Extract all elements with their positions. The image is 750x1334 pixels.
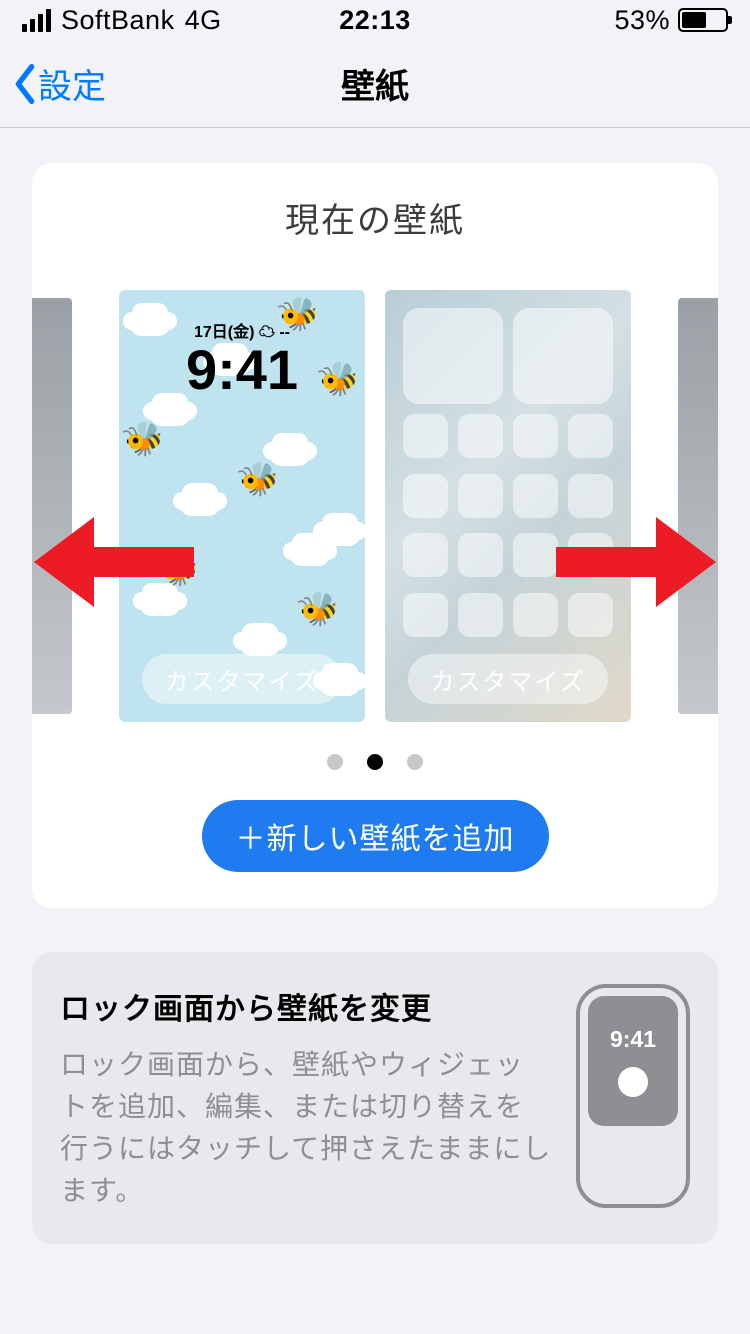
mini-time: 9:41 bbox=[610, 1026, 656, 1053]
lock-tip-card: ロック画面から壁紙を変更 ロック画面から、壁紙やウィジェットを追加、編集、または… bbox=[32, 952, 718, 1244]
tip-body: ロック画面から、壁紙やウィジェットを追加、編集、または切り替えを行うにはタッチし… bbox=[60, 1044, 552, 1212]
section-heading: 現在の壁紙 bbox=[32, 193, 718, 242]
page-dot[interactable] bbox=[407, 754, 423, 770]
lock-screen-thumb[interactable]: 🐝🐝 🐝🐝 🐝🐝 17日(金) ☁ -- 9:41 カスタマイズ bbox=[119, 290, 365, 722]
carrier-label: SoftBank bbox=[61, 5, 175, 36]
battery-pct: 53% bbox=[614, 5, 670, 36]
back-label: 設定 bbox=[38, 59, 106, 108]
page-dot[interactable] bbox=[367, 754, 383, 770]
chevron-left-icon bbox=[12, 64, 38, 104]
swipe-left-arrow-icon bbox=[34, 512, 194, 612]
customize-lock-button[interactable]: カスタマイズ bbox=[142, 654, 342, 704]
status-time: 22:13 bbox=[339, 5, 411, 36]
customize-home-button[interactable]: カスタマイズ bbox=[408, 654, 608, 704]
page-dots[interactable] bbox=[32, 754, 718, 770]
swipe-right-arrow-icon bbox=[556, 512, 716, 612]
page-dot[interactable] bbox=[327, 754, 343, 770]
nav-bar: 設定 壁紙 bbox=[0, 40, 750, 128]
mini-circle-icon bbox=[618, 1067, 648, 1097]
signal-icon bbox=[22, 9, 51, 32]
back-button[interactable]: 設定 bbox=[12, 59, 106, 108]
wallpaper-peek-prev[interactable] bbox=[32, 298, 72, 714]
wallpaper-scroller[interactable]: 🐝🐝 🐝🐝 🐝🐝 17日(金) ☁ -- 9:41 カスタマイズ カスタマイズ bbox=[32, 288, 718, 724]
network-label: 4G bbox=[185, 5, 222, 36]
battery-icon bbox=[678, 8, 728, 32]
phone-illustration: 9:41 bbox=[576, 984, 690, 1208]
tip-title: ロック画面から壁紙を変更 bbox=[60, 984, 552, 1028]
nav-title: 壁紙 bbox=[341, 59, 409, 108]
home-screen-thumb[interactable]: カスタマイズ bbox=[385, 290, 631, 722]
add-wallpaper-button[interactable]: ＋新しい壁紙を追加 bbox=[202, 800, 549, 872]
lock-preview-time: 17日(金) ☁ -- 9:41 bbox=[119, 318, 365, 398]
wallpaper-peek-next[interactable] bbox=[678, 298, 718, 714]
status-bar: SoftBank 4G 22:13 53% bbox=[0, 0, 750, 40]
